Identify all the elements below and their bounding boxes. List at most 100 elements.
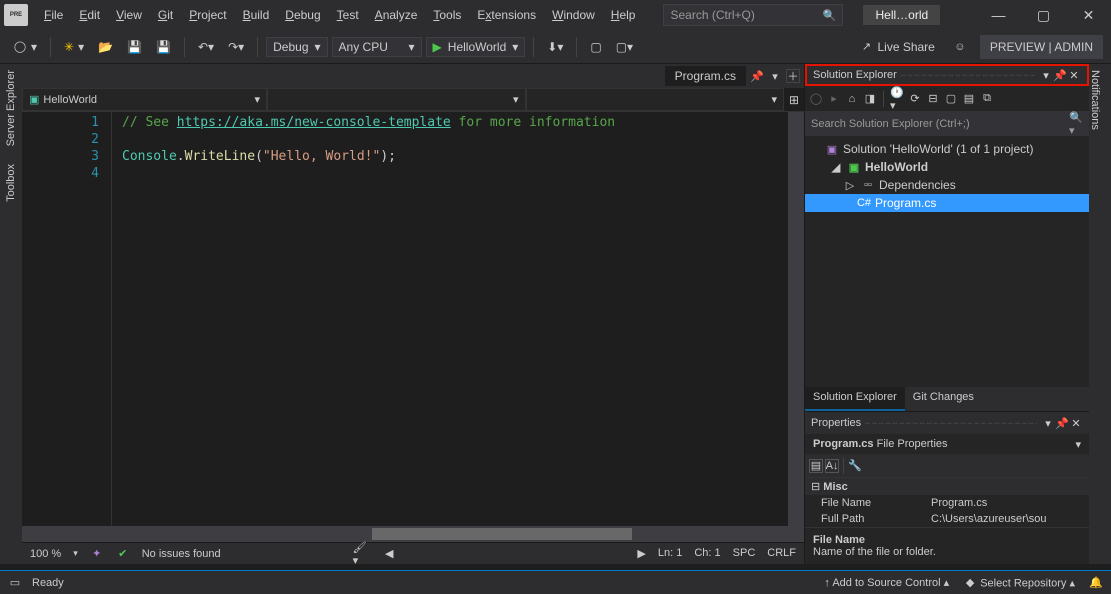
arrow-left-icon[interactable]: ◀: [385, 547, 393, 560]
vertical-scrollbar[interactable]: [788, 112, 804, 526]
menu-window[interactable]: Window: [544, 2, 603, 28]
project-node[interactable]: ◢ ▣ HelloWorld: [805, 158, 1089, 176]
menu-view[interactable]: View: [108, 2, 150, 28]
dropdown-icon[interactable]: ▾: [1041, 416, 1055, 430]
prop-file-name[interactable]: File NameProgram.cs: [805, 495, 1089, 511]
menu-test[interactable]: Test: [329, 2, 367, 28]
toolbar-icon[interactable]: ▢: [585, 37, 606, 57]
redo-button[interactable]: ↷▾: [223, 37, 249, 57]
issues-status[interactable]: No issues found: [142, 548, 221, 560]
nav-back-button[interactable]: ◯▾: [8, 37, 42, 57]
back-icon[interactable]: ◯: [809, 92, 823, 106]
preview-admin-badge[interactable]: PREVIEW | ADMIN: [980, 35, 1103, 59]
pending-icon[interactable]: 🕐▾: [890, 92, 904, 106]
health-indicator-icon[interactable]: ✦: [90, 547, 104, 561]
menu-git[interactable]: Git: [150, 2, 181, 28]
server-explorer-tab[interactable]: Server Explorer: [5, 70, 17, 146]
brush-icon[interactable]: 🖌▾: [353, 547, 367, 561]
home-icon[interactable]: ⌂: [845, 92, 859, 106]
solution-explorer-header[interactable]: Solution Explorer ┄┄┄┄┄┄┄┄┄┄┄┄┄┄┄┄┄┄┄┄┄┄…: [805, 64, 1089, 86]
menu-file[interactable]: File: [36, 2, 71, 28]
sync-icon[interactable]: ⟳: [908, 92, 922, 106]
right-tool-tabs: Notifications: [1089, 64, 1111, 564]
menu-tools[interactable]: Tools: [425, 2, 469, 28]
close-button[interactable]: ✕: [1066, 0, 1111, 30]
line-indicator[interactable]: Ln: 1: [658, 547, 682, 560]
open-file-button[interactable]: 📂: [93, 37, 118, 57]
pin-tab-icon[interactable]: 📌: [750, 69, 764, 83]
menu-debug[interactable]: Debug: [277, 2, 328, 28]
switch-views-icon[interactable]: ◨: [863, 92, 877, 106]
select-repository-button[interactable]: ◆ Select Repository ▴: [963, 576, 1075, 590]
quick-search-input[interactable]: Search (Ctrl+Q) 🔍: [663, 4, 843, 26]
file-tab-program[interactable]: Program.cs: [665, 66, 746, 86]
notifications-bell-icon[interactable]: 🔔: [1089, 576, 1103, 590]
toolbar-icon[interactable]: ▢▾: [611, 37, 638, 57]
project-nav-dropdown[interactable]: ▣HelloWorld▾: [22, 88, 267, 111]
preview-icon[interactable]: ⧉: [980, 92, 994, 106]
program-file-node[interactable]: C# Program.cs: [805, 194, 1089, 212]
add-button[interactable]: ＋: [786, 69, 800, 83]
config-dropdown[interactable]: Debug▾: [266, 37, 327, 57]
type-nav-dropdown[interactable]: ▾: [267, 88, 526, 111]
platform-dropdown[interactable]: Any CPU▾: [332, 37, 422, 57]
properties-subject[interactable]: Program.cs File Properties ▾: [805, 434, 1089, 454]
prop-full-path[interactable]: Full PathC:\Users\azureuser\sou: [805, 511, 1089, 527]
sort-icon[interactable]: A↓: [825, 459, 839, 473]
properties-icon[interactable]: ▤: [962, 92, 976, 106]
indent-indicator[interactable]: SPC: [733, 547, 756, 560]
dropdown-icon[interactable]: ▾: [1039, 68, 1053, 82]
live-share-button[interactable]: ↗Live Share: [854, 37, 939, 57]
menu-extensions[interactable]: Extensions: [469, 2, 544, 28]
collapse-icon[interactable]: ⊟: [926, 92, 940, 106]
properties-header[interactable]: Properties ┄┄┄┄┄┄┄┄┄┄┄┄┄┄┄┄┄┄┄┄┄┄┄┄┄┄┄┄┄…: [805, 412, 1089, 434]
menu-analyze[interactable]: Analyze: [367, 2, 426, 28]
expand-icon[interactable]: ▷: [843, 178, 857, 192]
notifications-tab[interactable]: Notifications: [1089, 70, 1101, 130]
split-editor-button[interactable]: ⊞: [784, 88, 804, 111]
pin-icon[interactable]: 📌: [1053, 68, 1067, 82]
categorize-icon[interactable]: ▤: [809, 459, 823, 473]
toolbox-tab[interactable]: Toolbox: [5, 164, 17, 202]
code-editor[interactable]: 1234 // See https://aka.ms/new-console-t…: [22, 112, 804, 526]
menu-project[interactable]: Project: [181, 2, 234, 28]
pin-icon[interactable]: 📌: [1055, 416, 1069, 430]
solution-explorer-tab[interactable]: Solution Explorer: [805, 387, 905, 411]
undo-button[interactable]: ↶▾: [193, 37, 219, 57]
show-all-icon[interactable]: ▢: [944, 92, 958, 106]
add-source-control-button[interactable]: ↑ Add to Source Control ▴: [824, 576, 949, 589]
feedback-button[interactable]: ☺: [948, 37, 972, 57]
solution-name-badge[interactable]: Hell…orld: [863, 5, 940, 25]
dependencies-node[interactable]: ▷ ▫▫ Dependencies: [805, 176, 1089, 194]
menu-build[interactable]: Build: [235, 2, 278, 28]
menu-help[interactable]: Help: [603, 2, 644, 28]
arrow-right-icon[interactable]: ▶: [637, 547, 645, 560]
maximize-button[interactable]: ▢: [1021, 0, 1066, 30]
minimize-button[interactable]: —: [976, 0, 1021, 30]
solution-node[interactable]: ▣ Solution 'HelloWorld' (1 of 1 project): [805, 140, 1089, 158]
search-placeholder: Search (Ctrl+Q): [670, 8, 754, 22]
menu-edit[interactable]: Edit: [71, 2, 108, 28]
line-ending-indicator[interactable]: CRLF: [767, 547, 796, 560]
new-item-button[interactable]: ✳▾: [59, 37, 89, 57]
zoom-level[interactable]: 100 %: [30, 548, 61, 560]
save-button[interactable]: 💾: [122, 37, 147, 57]
expand-icon[interactable]: ◢: [829, 160, 843, 174]
hot-reload-button[interactable]: ⬇▾: [542, 37, 568, 57]
horizontal-scrollbar[interactable]: [22, 526, 804, 542]
wrench-icon[interactable]: 🔧: [848, 459, 862, 473]
save-all-button[interactable]: 💾: [151, 37, 176, 57]
git-changes-tab[interactable]: Git Changes: [905, 387, 982, 411]
start-button[interactable]: ▶HelloWorld▾: [426, 37, 526, 57]
member-nav-dropdown[interactable]: ▾: [526, 88, 785, 111]
dropdown-icon[interactable]: ▾: [768, 69, 782, 83]
forward-icon[interactable]: ▸: [827, 92, 841, 106]
properties-panel: Properties ┄┄┄┄┄┄┄┄┄┄┄┄┄┄┄┄┄┄┄┄┄┄┄┄┄┄┄┄┄…: [805, 411, 1089, 564]
close-icon[interactable]: ✕: [1069, 416, 1083, 430]
close-icon[interactable]: ✕: [1067, 68, 1081, 82]
tasks-icon[interactable]: ▭: [8, 576, 22, 590]
char-indicator[interactable]: Ch: 1: [694, 547, 720, 560]
category-misc[interactable]: ⊟ Misc: [805, 478, 1089, 495]
properties-grid: ⊟ Misc File NameProgram.cs Full PathC:\U…: [805, 478, 1089, 527]
solution-search-input[interactable]: Search Solution Explorer (Ctrl+;) 🔍▾: [805, 112, 1089, 136]
